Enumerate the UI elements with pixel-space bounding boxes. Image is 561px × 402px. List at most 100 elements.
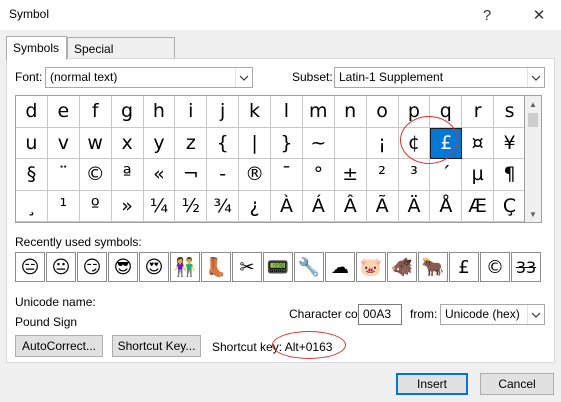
symbol-cell[interactable]: ¾ xyxy=(207,190,240,222)
symbol-cell[interactable]: » xyxy=(111,190,144,222)
recent-symbol-cell[interactable]: ✂ xyxy=(232,252,262,282)
symbol-cell[interactable]: ~ xyxy=(302,127,335,159)
chevron-down-icon[interactable] xyxy=(235,68,252,87)
recent-symbol-cell[interactable]: 😑 xyxy=(15,252,45,282)
recent-symbol-cell[interactable]: © xyxy=(480,252,510,282)
symbol-cell[interactable]: n xyxy=(334,96,367,128)
symbol-cell[interactable]: « xyxy=(143,159,176,191)
symbol-cell[interactable]: | xyxy=(239,127,271,159)
symbol-cell[interactable]: m xyxy=(302,96,335,128)
char-code-input[interactable]: 00A3 xyxy=(358,304,402,325)
symbol-cell[interactable]: ¶ xyxy=(494,159,524,191)
symbol-cell[interactable]: © xyxy=(79,159,112,191)
symbol-cell[interactable]: } xyxy=(271,127,303,159)
symbol-cell[interactable]: À xyxy=(271,190,303,222)
symbol-cell[interactable]: j xyxy=(207,96,240,128)
recent-symbol-cell[interactable]: 🔧 xyxy=(294,252,324,282)
help-button[interactable]: ? xyxy=(470,0,504,30)
symbol-cell[interactable]: ª xyxy=(111,159,144,191)
symbol-cell[interactable]: § xyxy=(16,159,48,191)
scroll-up-icon[interactable]: ▲ xyxy=(525,96,541,112)
symbol-cell[interactable]: g xyxy=(111,96,144,128)
symbol-cell[interactable]: Â xyxy=(334,190,367,222)
symbol-cell[interactable]: Ç xyxy=(494,191,524,222)
symbol-cell[interactable]: ¡ xyxy=(366,127,399,159)
symbol-cell[interactable]: µ xyxy=(462,159,495,191)
tab-symbols[interactable]: Symbols xyxy=(6,36,67,60)
autocorrect-button[interactable]: AutoCorrect... xyxy=(15,335,103,357)
scroll-thumb[interactable] xyxy=(528,113,538,127)
symbol-cell[interactable]: ¬ xyxy=(175,159,208,191)
recent-symbol-cell[interactable]: 😐 xyxy=(46,252,76,282)
symbol-cell[interactable]: ¯ xyxy=(271,159,303,191)
tab-special-characters[interactable]: Special Characters xyxy=(67,37,175,70)
symbol-cell[interactable]: e xyxy=(47,96,80,128)
symbol-cell[interactable]: ³ xyxy=(398,159,431,191)
symbol-cell[interactable]: v xyxy=(47,127,80,159)
symbol-cell[interactable]: ½ xyxy=(175,190,208,222)
symbol-cell[interactable]: Ã xyxy=(366,190,399,222)
symbol-cell[interactable]: o xyxy=(366,96,399,128)
recent-symbol-cell[interactable]: 🐷 xyxy=(356,252,386,282)
symbol-cell[interactable]: º xyxy=(79,190,112,222)
symbol-cell[interactable]: ¹ xyxy=(47,190,80,222)
symbol-cell[interactable]: f xyxy=(79,96,112,128)
chevron-down-icon[interactable] xyxy=(527,305,544,324)
symbol-cell[interactable]: s xyxy=(494,96,524,128)
close-button[interactable]: ✕ xyxy=(522,0,556,30)
symbol-cell[interactable]: ¿ xyxy=(239,190,271,222)
symbol-cell[interactable]: Á xyxy=(302,190,335,222)
recent-symbol-cell[interactable]: 😍 xyxy=(139,252,169,282)
symbol-cell[interactable]: ° xyxy=(302,159,335,191)
grid-scrollbar[interactable]: ▲ ▼ xyxy=(525,95,542,223)
symbol-cell[interactable]: ² xyxy=(366,159,399,191)
chevron-down-icon[interactable] xyxy=(527,68,544,87)
recent-symbol-cell[interactable]: 🐗 xyxy=(387,252,417,282)
scroll-down-icon[interactable]: ▼ xyxy=(525,206,541,222)
recent-symbol-cell[interactable]: ☁ xyxy=(325,252,355,282)
symbol-cell[interactable]: u xyxy=(16,127,48,159)
symbol-cell[interactable]: d xyxy=(16,96,48,128)
subset-select[interactable]: Latin-1 Supplement xyxy=(334,67,545,88)
symbol-cell[interactable]: ¥ xyxy=(494,128,524,159)
shortcut-key-button[interactable]: Shortcut Key... xyxy=(112,335,201,357)
symbol-cell[interactable]: ± xyxy=(334,159,367,191)
symbol-cell[interactable]: Ä xyxy=(398,190,431,222)
from-select[interactable]: Unicode (hex) xyxy=(440,304,545,325)
recent-symbols[interactable]: 😑 😐 😏 😎 😍 👫 👢 ✂ 📟 🔧 ☁ 🐷 🐗 🐂 £ © 33 xyxy=(15,252,542,282)
symbol-cell[interactable]: y xyxy=(143,127,176,159)
recent-symbol-cell[interactable]: 😎 xyxy=(108,252,138,282)
symbol-cell[interactable]: h xyxy=(143,96,176,128)
recent-symbol-cell[interactable]: 😏 xyxy=(77,252,107,282)
symbol-cell[interactable]: i xyxy=(175,96,208,128)
symbol-cell[interactable]: ¢ xyxy=(398,127,431,159)
symbol-cell[interactable]: p xyxy=(398,96,431,128)
symbol-cell[interactable]: ´ xyxy=(430,159,463,191)
cancel-button[interactable]: Cancel xyxy=(480,373,554,395)
symbol-cell[interactable]: Æ xyxy=(462,190,495,222)
recent-symbol-cell[interactable]: 33 xyxy=(511,252,541,282)
recent-symbol-cell[interactable]: 👢 xyxy=(201,252,231,282)
symbol-cell[interactable]: z xyxy=(175,127,208,159)
font-select[interactable]: (normal text) xyxy=(45,67,253,88)
recent-symbol-cell[interactable]: 🐂 xyxy=(418,252,448,282)
symbol-cell[interactable]: l xyxy=(271,96,303,128)
recent-symbol-cell[interactable]: £ xyxy=(449,252,479,282)
symbol-cell[interactable]: - xyxy=(207,159,240,191)
symbol-cell[interactable]: x xyxy=(111,127,144,159)
symbol-grid[interactable]: d e f g h i j k l m n o p q r s u v w x y z{|} ~ ¡ ¢ £ ¤ ¥ § ¨ © ª «¬ - ®… xyxy=(15,95,525,223)
symbol-cell[interactable]: Å xyxy=(430,190,463,222)
symbol-cell[interactable]: r xyxy=(462,96,495,128)
symbol-cell[interactable]: k xyxy=(239,96,271,128)
symbol-cell[interactable] xyxy=(334,127,367,159)
symbol-cell[interactable]: ® xyxy=(239,159,271,191)
recent-symbol-cell[interactable]: 👫 xyxy=(170,252,200,282)
symbol-cell[interactable]: q xyxy=(430,96,463,128)
symbol-cell[interactable]: { xyxy=(207,127,240,159)
insert-button[interactable]: Insert xyxy=(396,373,468,395)
symbol-cell[interactable]: w xyxy=(79,127,112,159)
symbol-cell-selected[interactable]: £ xyxy=(430,127,463,159)
symbol-cell[interactable]: ¨ xyxy=(47,159,80,191)
symbol-cell[interactable]: ¤ xyxy=(462,127,495,159)
symbol-cell[interactable]: ¸ xyxy=(16,190,48,222)
